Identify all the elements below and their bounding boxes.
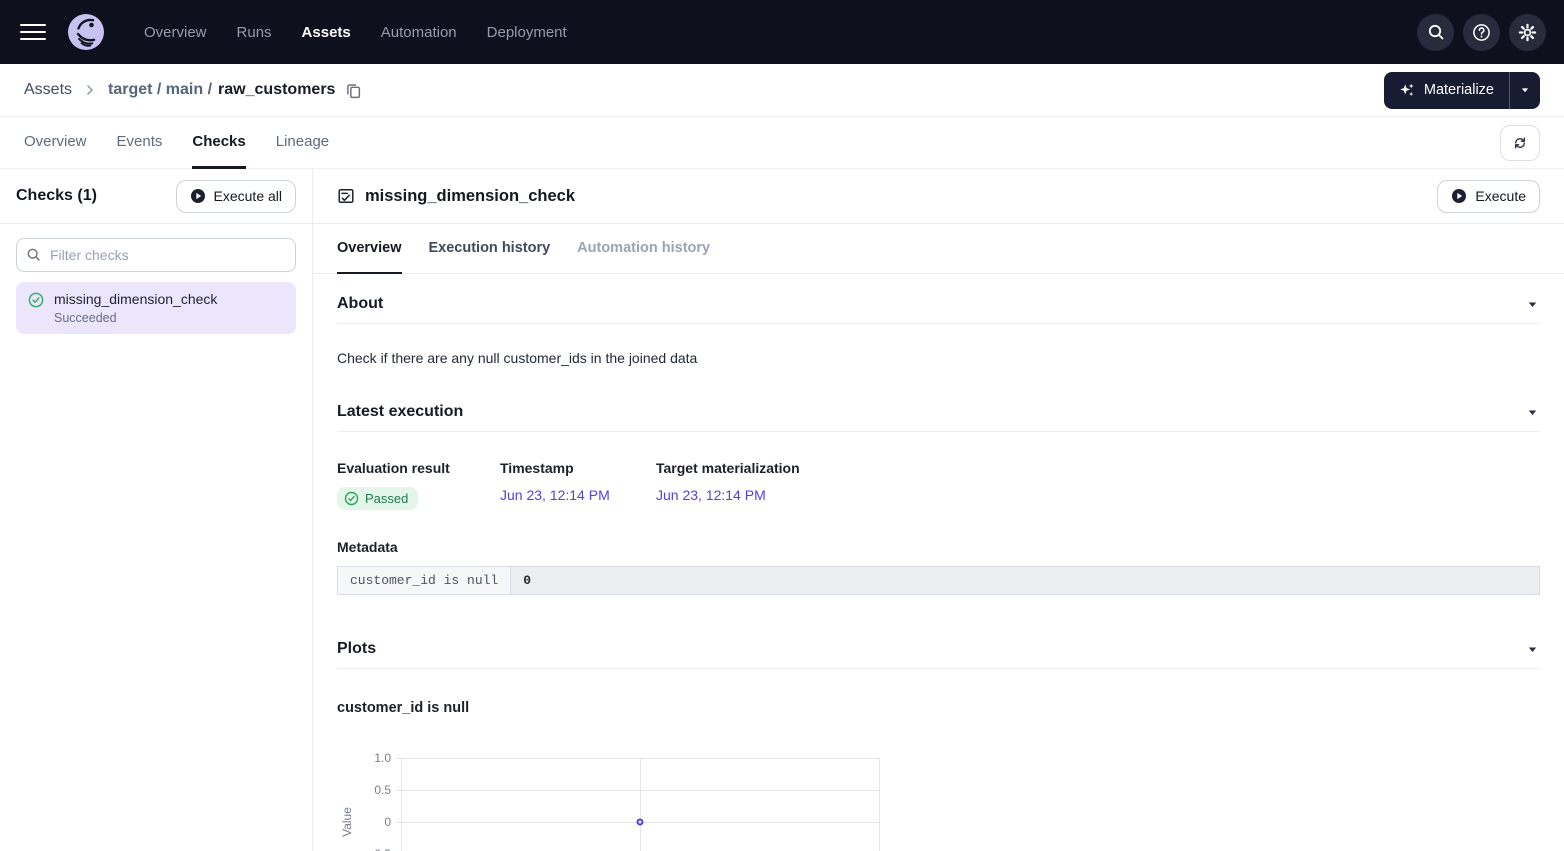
check-list-item[interactable]: missing_dimension_check Succeeded [16,282,296,334]
check-detail-tab-bar: Overview Execution history Automation hi… [313,224,1564,274]
execute-label: Execute [1475,188,1526,204]
timestamp-header: Timestamp [500,460,656,476]
nav-item-deployment[interactable]: Deployment [487,24,567,41]
sparkle-icon [1399,82,1415,98]
nav-actions [1417,14,1546,51]
about-heading: About [337,295,383,313]
about-collapse-caret-icon[interactable] [1525,297,1540,312]
breadcrumb: Assets target / main / raw_customers Mat… [0,64,1564,117]
checks-count-title: Checks (1) [16,187,97,205]
evaluation-result-header: Evaluation result [337,460,500,476]
search-icon[interactable] [1417,14,1454,51]
check-description: Check if there are any null customer_ids… [337,350,1540,366]
nav-item-runs[interactable]: Runs [237,24,272,41]
breadcrumb-asset-name: raw_customers [218,81,335,99]
check-detail-header: missing_dimension_check Execute [313,169,1564,224]
y-tick-label: -0.5 [370,847,391,851]
y-tick-labels: 1.00.50-0.5-1.0 [355,758,391,851]
breadcrumb-assets-link[interactable]: Assets [24,81,72,99]
tab-checks[interactable]: Checks [192,117,245,169]
tab-lineage[interactable]: Lineage [276,117,329,169]
check-detail-content: About Check if there are any null custom… [313,274,1564,851]
tab-overview[interactable]: Overview [24,117,87,169]
refresh-icon[interactable] [1500,125,1540,161]
check-detail-title: missing_dimension_check [365,187,575,206]
execute-all-label: Execute all [214,188,282,204]
plots-heading: Plots [337,640,376,658]
latest-execution-columns: Evaluation result Passed [337,460,1540,510]
latest-execution-section-header: Latest execution [337,403,1540,421]
dagster-logo-icon[interactable] [68,14,104,50]
y-tick-label: 0.5 [374,783,391,797]
latest-execution-heading: Latest execution [337,403,463,421]
top-nav: Overview Runs Assets Automation Deployme… [0,0,1564,64]
v-gridline [879,758,880,851]
materialize-split-button: Materialize [1384,72,1540,109]
checks-sidebar: Checks (1) Execute all [0,169,313,851]
plot-title: customer_id is null [337,700,1540,716]
breadcrumb-asset-path[interactable]: target / main / [108,81,212,99]
metadata-table: customer_id is null 0 [337,566,1540,595]
filter-checks-input[interactable] [16,238,296,272]
status-badge: Passed [337,487,418,510]
play-circle-icon [1451,188,1467,204]
v-gridline [640,758,641,851]
check-circle-icon [344,491,359,506]
y-tick-label: 0 [384,815,391,829]
metadata-key: customer_id is null [338,567,511,595]
metadata-heading: Metadata [337,539,1540,555]
target-materialization-header: Target materialization [656,460,800,476]
metadata-plot-chart: Value 1.00.50-0.5-1.0 Jun 23, 12:14 PMJu… [339,758,1540,851]
v-gridline [401,758,402,851]
metadata-value: 0 [511,567,1540,595]
y-tick-label: 1.0 [374,751,391,765]
execute-button[interactable]: Execute [1437,180,1540,213]
plots-collapse-caret-icon[interactable] [1525,642,1540,657]
metadata-row: customer_id is null 0 [338,567,1540,595]
check-detail-panel: missing_dimension_check Execute Overview… [313,169,1564,851]
chevron-right-icon [83,83,97,97]
h-gridline [396,758,879,759]
nav-item-automation[interactable]: Automation [381,24,457,41]
play-circle-icon [190,188,206,204]
settings-gear-icon[interactable] [1509,14,1546,51]
tab-events[interactable]: Events [117,117,163,169]
nav-item-overview[interactable]: Overview [144,24,207,41]
execute-all-button[interactable]: Execute all [176,180,296,213]
primary-nav: Overview Runs Assets Automation Deployme… [144,24,1417,41]
tab-check-overview[interactable]: Overview [337,224,402,274]
asset-tab-bar: Overview Events Checks Lineage [0,117,1564,169]
checks-sidebar-header: Checks (1) Execute all [0,169,312,224]
timestamp-link[interactable]: Jun 23, 12:14 PM [500,487,610,503]
materialize-dropdown-caret-icon[interactable] [1509,72,1540,109]
latest-execution-collapse-caret-icon[interactable] [1525,405,1540,420]
tab-automation-history[interactable]: Automation history [577,224,710,274]
materialize-button-label: Materialize [1424,82,1494,98]
target-materialization-link[interactable]: Jun 23, 12:14 PM [656,487,766,503]
search-icon [26,247,41,267]
divider [337,323,1540,324]
status-badge-label: Passed [365,491,408,506]
asset-check-icon [337,187,355,205]
copy-icon[interactable] [345,82,362,99]
about-section-header: About [337,295,1540,313]
main-area: Checks (1) Execute all [0,169,1564,851]
plots-section-header: Plots [337,640,1540,658]
materialize-button[interactable]: Materialize [1384,72,1509,109]
plot-area[interactable] [401,758,879,851]
divider [337,668,1540,669]
h-gridline [396,790,879,791]
nav-item-assets[interactable]: Assets [302,24,351,41]
filter-checks-field [16,238,296,272]
data-point[interactable] [637,819,644,826]
tab-execution-history[interactable]: Execution history [429,224,551,274]
check-item-name: missing_dimension_check [54,291,217,307]
y-axis-label: Value [340,807,354,837]
menu-icon[interactable] [20,24,46,41]
divider [337,431,1540,432]
help-icon[interactable] [1463,14,1500,51]
check-item-status: Succeeded [54,311,217,325]
check-success-icon [28,292,44,313]
